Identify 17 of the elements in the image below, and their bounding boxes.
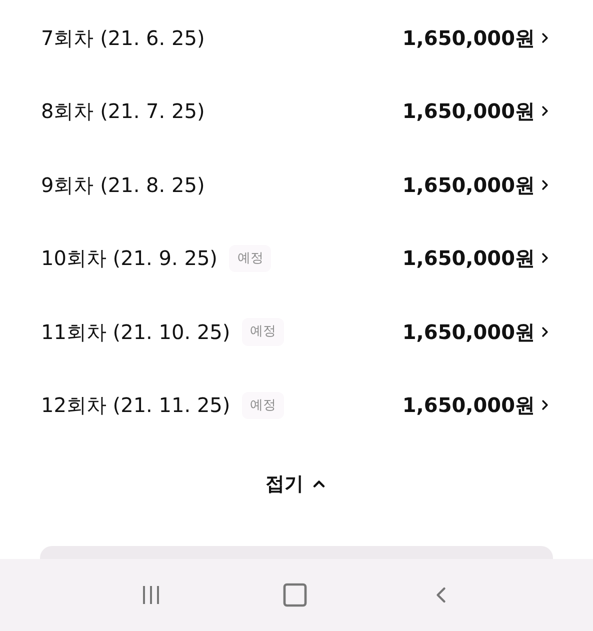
status-badge: 예정 [242, 392, 284, 419]
amount: 1,650,000원 [402, 392, 535, 420]
amount: 1,650,000원 [402, 24, 535, 52]
status-badge: 예정 [229, 244, 272, 272]
amount: 1,650,000원 [402, 245, 535, 272]
amount: 1,650,000원 [402, 172, 535, 199]
amount: 1,650,000원 [402, 318, 535, 346]
status-badge: 예정 [242, 318, 284, 346]
home-icon[interactable] [280, 581, 308, 609]
installment-label: 9회차 (21. 8. 25) [41, 172, 205, 199]
amount: 1,650,000원 [402, 98, 535, 126]
installment-label: 7회차 (21. 6. 25) [41, 24, 205, 52]
installment-label: 8회차 (21. 7. 25) [41, 98, 205, 126]
installment-label: 12회차 (21. 11. 25) [41, 392, 230, 420]
installment-label: 10회차 (21. 9. 25) [41, 245, 218, 272]
installment-label: 11회차 (21. 10. 25) [41, 318, 230, 346]
collapse-button[interactable]: 접기 [266, 470, 328, 498]
